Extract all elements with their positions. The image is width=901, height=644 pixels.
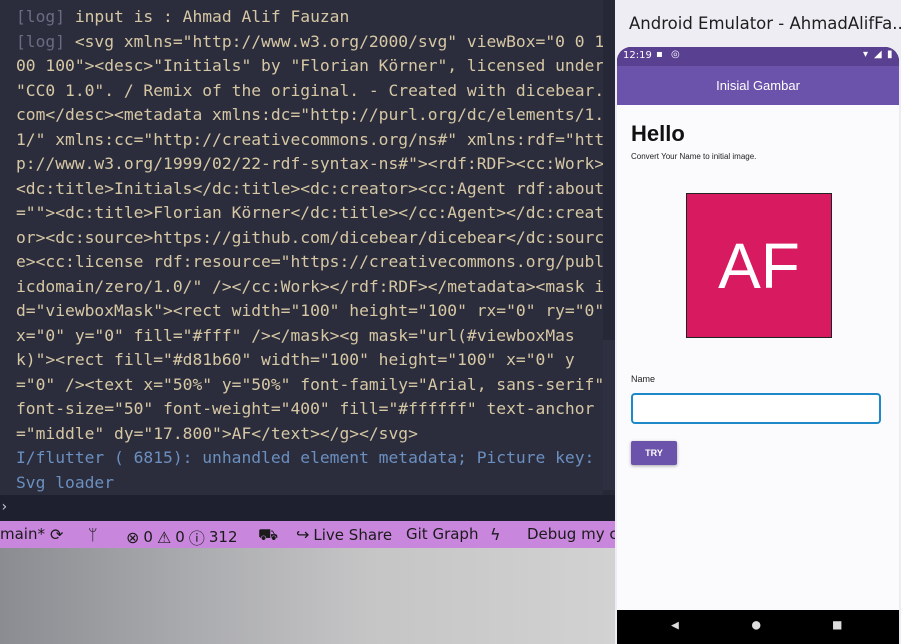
log-text: =""><dc:title>Florian Körner</dc:title><…: [16, 203, 605, 222]
debug-console[interactable]: [log] input is : Ahmad Alif Fauzan [log] …: [0, 0, 615, 495]
log-line: p://www.w3.org/1999/02/22-rdf-syntax-ns#…: [16, 152, 606, 177]
try-button[interactable]: TRY: [631, 441, 677, 465]
recents-icon[interactable]: ■: [833, 617, 841, 633]
log-line: "CC0 1.0". / Remix of the original. - Cr…: [16, 79, 606, 104]
prompt-chevron-icon: ›: [0, 499, 9, 515]
flutter-button[interactable]: ϟ: [490, 525, 501, 544]
app-content: Hello Convert Your Name to initial image…: [617, 105, 899, 610]
android-status-bar: 12:19 ▪ ◎ ▾ ◢ ▮: [617, 47, 899, 66]
log-line: k)"><rect fill="#d81b60" width="100" hei…: [16, 348, 606, 373]
log-text: <svg xmlns="http://www.w3.org/2000/svg" …: [65, 31, 605, 51]
log-line: ="middle" dy="17.800">AF</text></g></svg…: [16, 422, 606, 447]
live-share-button[interactable]: ↪ Live Share: [296, 525, 392, 544]
emulator-title: Android Emulator - AhmadAlifFa...: [629, 14, 901, 33]
log-text: d="viewboxMask"><rect width="100" height…: [16, 301, 605, 320]
debug-config-label: Debug my co: [527, 525, 615, 543]
lightning-icon: ϟ: [490, 525, 501, 544]
log-text: ="0" /><text x="50%" y="50%" font-family…: [16, 374, 605, 394]
log-text: p://www.w3.org/1999/02/22-rdf-syntax-ns#…: [16, 154, 605, 173]
name-field-label: Name: [631, 374, 656, 384]
log-line: =""><dc:title>Florian Körner</dc:title><…: [16, 201, 606, 226]
log-line: 1/" xmlns:cc="http://creativecommons.org…: [16, 128, 606, 153]
avatar-initials: AF: [718, 229, 800, 302]
log-line: 00 100"><desc>"Initials" by "Florian Kör…: [16, 54, 606, 79]
log-text: com</desc><metadata xmlns:dc="http://pur…: [16, 105, 605, 124]
info-count: 312: [208, 528, 238, 546]
initials-avatar-image: AF: [686, 193, 832, 338]
app-title: Inisial Gambar: [716, 78, 800, 93]
car-icon: ⛟: [258, 525, 279, 544]
info-icon: ⓘ: [188, 529, 205, 548]
console-output: [log] input is : Ahmad Alif Fauzan [log] …: [16, 5, 606, 495]
live-share-icon: ↪: [296, 525, 310, 544]
log-text: e><cc:license rdf:resource="https://crea…: [16, 252, 605, 271]
battery-icon: ▮: [887, 49, 893, 60]
desktop-background: [0, 548, 615, 644]
branch-item[interactable]: main*: [0, 525, 45, 543]
log-text: 00 100"><desc>"Initials" by "Florian Kör…: [16, 56, 605, 75]
log-text: icdomain/zero/1.0/" /></cc:Work></rdf:RD…: [16, 276, 605, 296]
android-nav-bar: ◀ ● ■: [617, 610, 899, 644]
warning-count: 0: [175, 528, 185, 546]
app-bar: Inisial Gambar: [617, 66, 899, 105]
phone-frame: 12:19 ▪ ◎ ▾ ◢ ▮ Inisial Gambar Hello Con…: [617, 47, 899, 644]
log-text: font-size="50" font-weight="400" fill="#…: [16, 399, 595, 418]
status-bar: main* ⟳ ᛘ ⊗ 0 ⚠ 0 ⓘ 312 ⛟ ↪ Live Share G…: [0, 521, 615, 548]
page-title: Hello: [631, 121, 685, 146]
problems-button[interactable]: ⊗ 0 ⚠ 0 ⓘ 312: [126, 525, 238, 549]
log-line: font-size="50" font-weight="400" fill="#…: [16, 397, 606, 422]
git-graph-button[interactable]: Git Graph: [406, 525, 478, 543]
error-icon: ⊗: [126, 527, 140, 547]
scrollbar-thumb[interactable]: [603, 340, 615, 490]
log-text: x="0" y="0" fill="#fff" /></mask><g mask…: [16, 325, 575, 345]
log-line: e><cc:license rdf:resource="https://crea…: [16, 250, 606, 275]
sync-icon: ⟳: [50, 525, 64, 544]
log-text: "CC0 1.0". / Remix of the original. - Cr…: [16, 80, 605, 100]
log-line: ="0" /><text x="50%" y="50%" font-family…: [16, 373, 606, 398]
flutter-info-line: Svg loader: [16, 472, 115, 492]
back-icon[interactable]: ◀: [671, 618, 679, 633]
log-line: d="viewboxMask"><rect width="100" height…: [16, 299, 606, 324]
run-button[interactable]: ⛟: [258, 525, 278, 546]
console-scrollbar[interactable]: [603, 0, 615, 495]
log-line: [log] <svg xmlns="http://www.w3.org/2000…: [16, 30, 606, 55]
debug-config-button[interactable]: Debug my co: [527, 525, 615, 543]
signal-icon: ◢: [874, 49, 882, 60]
source-control-button[interactable]: ᛘ: [88, 525, 98, 544]
error-count: 0: [143, 528, 153, 546]
live-share-label: Live Share: [313, 525, 393, 544]
log-tag: [log]: [16, 31, 66, 51]
name-input[interactable]: [631, 393, 881, 424]
home-icon[interactable]: ●: [752, 617, 760, 633]
log-line: or><dc:source>https://github.com/dicebea…: [16, 226, 606, 251]
log-tag: [log]: [16, 7, 66, 26]
sync-button[interactable]: ⟳: [50, 525, 63, 544]
page-subtitle: Convert Your Name to initial image.: [631, 152, 757, 161]
git-branch-icon: ᛘ: [88, 525, 98, 544]
branch-label: main*: [0, 525, 45, 543]
git-graph-label: Git Graph: [406, 525, 479, 543]
log-text: input is : Ahmad Alif Fauzan: [65, 7, 350, 26]
clock: 12:19: [623, 50, 652, 61]
console-input-strip[interactable]: ›: [0, 495, 615, 521]
log-line: icdomain/zero/1.0/" /></cc:Work></rdf:RD…: [16, 275, 606, 300]
wifi-icon: ▾: [863, 49, 869, 60]
emulator-window[interactable]: Android Emulator - AhmadAlifFa... 12:19 …: [615, 0, 901, 644]
log-text: <dc:title>Initials</dc:title><dc:creator…: [16, 178, 605, 198]
log-text: 1/" xmlns:cc="http://creativecommons.org…: [16, 129, 605, 149]
log-text: ="middle" dy="17.800">AF</text></g></svg…: [16, 423, 418, 443]
log-line: [log] input is : Ahmad Alif Fauzan: [16, 5, 606, 30]
flutter-info-line: I/flutter ( 6815): unhandled element met…: [16, 448, 595, 467]
log-text: k)"><rect fill="#d81b60" width="100" hei…: [16, 350, 575, 369]
log-line: <dc:title>Initials</dc:title><dc:creator…: [16, 177, 606, 202]
log-text: or><dc:source>https://github.com/dicebea…: [16, 227, 605, 247]
log-line: x="0" y="0" fill="#fff" /></mask><g mask…: [16, 324, 606, 349]
warning-icon: ⚠: [156, 527, 172, 547]
sd-card-icon: ▪: [656, 49, 663, 60]
log-line: com</desc><metadata xmlns:dc="http://pur…: [16, 103, 606, 128]
sync-status-icon: ◎: [671, 49, 680, 60]
